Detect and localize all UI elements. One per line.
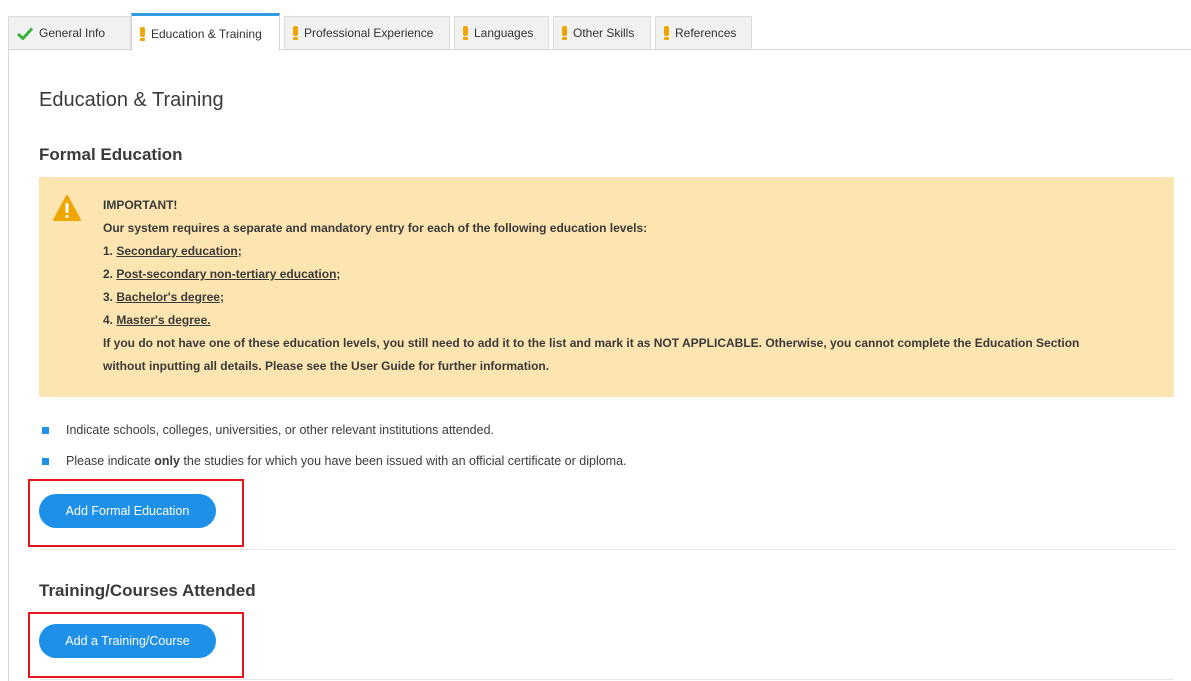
divider xyxy=(39,549,1174,550)
education-level-3: 3. Bachelor's degree; xyxy=(103,290,224,304)
exclamation-icon xyxy=(140,26,145,41)
warning-title: IMPORTANT! xyxy=(103,198,178,212)
tab-label: Other Skills xyxy=(573,26,635,40)
tab-general-info[interactable]: General Info xyxy=(8,16,131,49)
list-item: Indicate schools, colleges, universities… xyxy=(39,420,627,451)
tab-references[interactable]: References xyxy=(655,16,752,49)
education-level-2: 2. Post-secondary non-tertiary education… xyxy=(103,267,341,281)
important-warning-box: IMPORTANT! Our system requires a separat… xyxy=(39,177,1174,397)
instructions-list: Indicate schools, colleges, universities… xyxy=(39,420,627,482)
tab-bar: General Info Education & Training Profes… xyxy=(8,13,1191,51)
exclamation-icon xyxy=(562,26,567,40)
page-title: Education & Training xyxy=(39,89,224,111)
tab-label: Professional Experience xyxy=(304,26,434,40)
tab-education-training[interactable]: Education & Training xyxy=(131,13,280,51)
link-masters-degree[interactable]: Master's degree. xyxy=(116,313,210,327)
tab-label: Education & Training xyxy=(151,26,262,41)
tab-label: General Info xyxy=(39,26,106,40)
education-level-4: 4. Master's degree. xyxy=(103,313,211,327)
tab-label: References xyxy=(675,26,737,40)
tab-label: Languages xyxy=(474,26,534,40)
warning-intro: Our system requires a separate and manda… xyxy=(103,221,648,235)
warning-note-line-2: without inputting all details. Please se… xyxy=(103,359,550,373)
list-item: Please indicate only the studies for whi… xyxy=(39,451,627,482)
exclamation-icon xyxy=(293,26,298,40)
training-courses-heading: Training/Courses Attended xyxy=(39,581,256,600)
exclamation-icon xyxy=(463,26,468,40)
education-level-1: 1. Secondary education; xyxy=(103,244,242,258)
warning-note-line-1: If you do not have one of these educatio… xyxy=(103,336,1080,350)
divider xyxy=(39,679,1174,680)
add-training-course-button[interactable]: Add a Training/Course xyxy=(39,624,216,658)
exclamation-icon xyxy=(664,26,669,40)
check-icon xyxy=(17,26,33,40)
tab-languages[interactable]: Languages xyxy=(454,16,549,49)
tab-professional-experience[interactable]: Professional Experience xyxy=(284,16,450,49)
add-formal-education-button[interactable]: Add Formal Education xyxy=(39,494,216,528)
tab-other-skills[interactable]: Other Skills xyxy=(553,16,651,49)
link-bachelors-degree[interactable]: Bachelor's degree xyxy=(116,290,220,304)
link-secondary-education[interactable]: Secondary education xyxy=(116,244,237,258)
link-post-secondary-education[interactable]: Post-secondary non-tertiary education xyxy=(116,267,336,281)
warning-triangle-icon xyxy=(53,195,81,226)
formal-education-heading: Formal Education xyxy=(39,145,183,164)
